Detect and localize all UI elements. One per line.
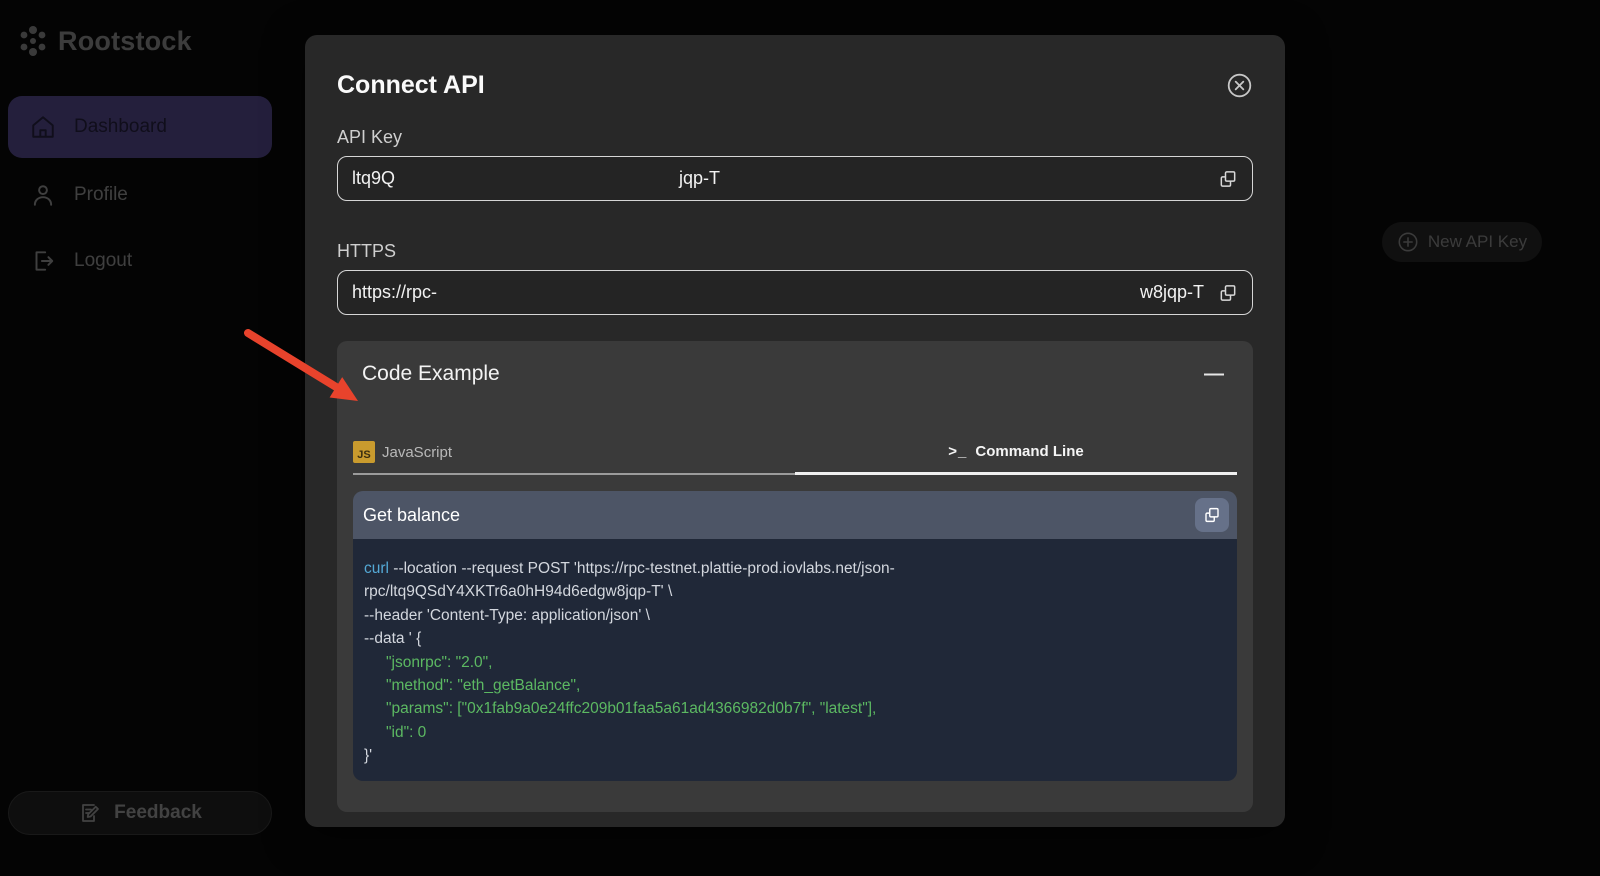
code-language-tabs: JS JavaScript >_ Command Line xyxy=(353,431,1237,475)
code-line: --data ' { xyxy=(364,627,1223,650)
code-example-title: Code Example xyxy=(362,362,500,386)
code-line: "jsonrpc": "2.0", xyxy=(364,651,1223,674)
code-line: "method": "eth_getBalance", xyxy=(364,674,1223,697)
api-key-value-start: ltq9Q xyxy=(352,168,395,189)
code-line: "id": 0 xyxy=(364,721,1223,744)
circle-x-icon xyxy=(1226,72,1253,99)
code-example-header: Code Example — xyxy=(353,359,1237,389)
close-button[interactable] xyxy=(1225,71,1253,99)
collapse-icon[interactable]: — xyxy=(1200,364,1228,384)
code-line: curl --location --request POST 'https://… xyxy=(364,557,1223,580)
code-example-card: Code Example — JS JavaScript >_ Command … xyxy=(337,341,1253,812)
https-value-start: https://rpc- xyxy=(352,282,437,303)
code-block: curl --location --request POST 'https://… xyxy=(353,539,1237,781)
code-line: }' xyxy=(364,744,1223,767)
javascript-icon: JS xyxy=(353,441,375,463)
https-label: HTTPS xyxy=(337,241,1253,262)
snippet-title: Get balance xyxy=(363,505,460,526)
connect-api-modal: Connect API API Key ltq9Q jqp-T HTTPS ht… xyxy=(305,35,1285,827)
tab-command-line-label: Command Line xyxy=(975,443,1083,460)
code-line: --header 'Content-Type: application/json… xyxy=(364,604,1223,627)
tab-javascript-label: JavaScript xyxy=(382,444,452,461)
tab-javascript[interactable]: JS JavaScript xyxy=(353,431,795,475)
code-line: rpc/ltq9QSdY4XKTr6a0hH94d6edgw8jqp-T' \ xyxy=(364,580,1223,603)
modal-header: Connect API xyxy=(337,69,1253,101)
snippet-header: Get balance xyxy=(353,491,1237,539)
api-key-label: API Key xyxy=(337,127,1253,148)
copy-icon[interactable] xyxy=(1218,283,1238,303)
api-key-input[interactable]: ltq9Q jqp-T xyxy=(337,156,1253,201)
https-input[interactable]: https://rpc- w8jqp-T xyxy=(337,270,1253,315)
copy-icon[interactable] xyxy=(1218,169,1238,189)
copy-code-button[interactable] xyxy=(1195,498,1229,532)
tab-command-line[interactable]: >_ Command Line xyxy=(795,431,1237,475)
code-line: "params": ["0x1fab9a0e24ffc209b01faa5a61… xyxy=(364,697,1223,720)
https-value-end: w8jqp-T xyxy=(1140,282,1204,303)
copy-icon xyxy=(1203,506,1221,524)
modal-title: Connect API xyxy=(337,71,485,100)
terminal-prompt-icon: >_ xyxy=(948,443,967,460)
code-snippet: Get balance curl --location --request PO… xyxy=(353,491,1237,781)
api-key-value-end: jqp-T xyxy=(679,168,720,189)
